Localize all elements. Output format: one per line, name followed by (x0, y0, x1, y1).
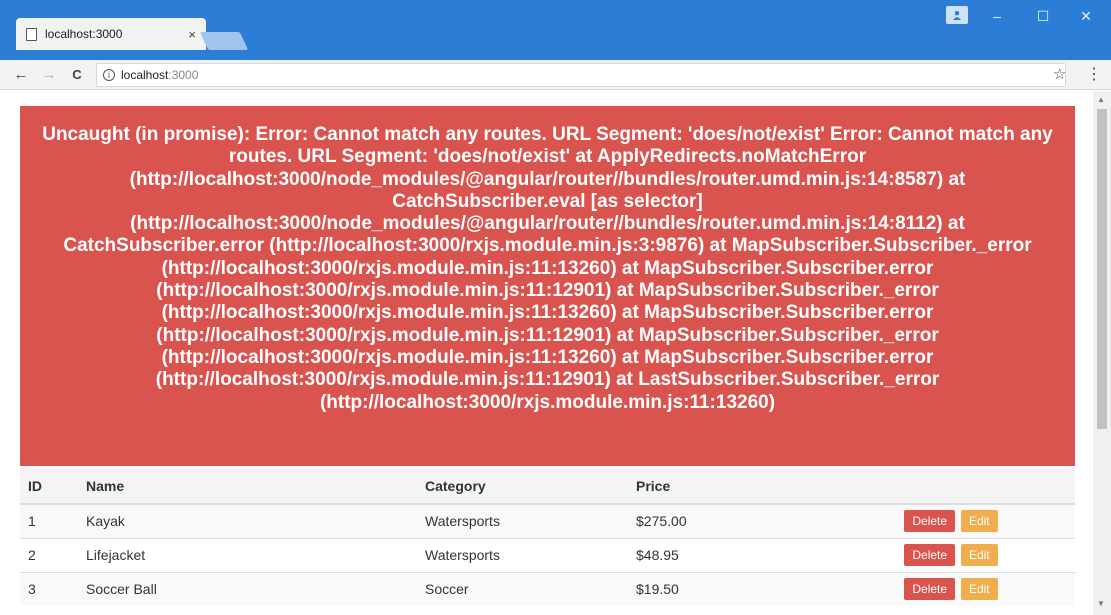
window-titlebar: localhost:3000 × – ☐ ✕ (0, 0, 1111, 60)
error-message: Uncaught (in promise): Error: Cannot mat… (20, 106, 1075, 466)
tab-title: localhost:3000 (45, 27, 123, 41)
cell-price: $275.00 (628, 503, 819, 538)
vertical-scrollbar[interactable]: ▲ ▼ (1093, 91, 1111, 615)
table-row: 3 Soccer Ball Soccer $19.50 Delete Edit (20, 571, 1075, 606)
scroll-up-icon[interactable]: ▲ (1097, 95, 1105, 104)
scroll-thumb[interactable] (1097, 109, 1107, 429)
page-icon (26, 27, 37, 41)
bookmark-star-icon[interactable]: ☆ (1053, 65, 1066, 83)
address-url: localhost:3000 (121, 67, 199, 82)
cell-category: Watersports (417, 537, 628, 572)
header-id: ID (20, 468, 78, 505)
minimize-button[interactable]: – (982, 8, 1012, 24)
back-arrow-icon[interactable]: ← (10, 66, 32, 83)
edit-button[interactable]: Edit (960, 510, 998, 533)
header-price: Price (628, 468, 819, 505)
edit-button[interactable]: Edit (960, 544, 998, 566)
reload-icon[interactable]: C (66, 67, 88, 82)
table-header-row: ID Name Category Price (20, 468, 1075, 505)
cell-actions: Delete Edit (819, 537, 1075, 572)
cell-category: Soccer (417, 571, 628, 606)
cell-id: 2 (20, 537, 78, 572)
cell-price: $48.95 (628, 537, 819, 572)
browser-tab[interactable]: localhost:3000 × (16, 18, 206, 50)
maximize-button[interactable]: ☐ (1028, 8, 1058, 25)
scroll-down-icon[interactable]: ▼ (1097, 599, 1105, 608)
profile-icon[interactable] (946, 6, 968, 24)
cell-name: Kayak (78, 503, 417, 538)
cell-name: Soccer Ball (78, 571, 417, 606)
edit-button[interactable]: Edit (960, 578, 998, 601)
products-table: ID Name Category Price 1 Kayak Waterspor… (20, 468, 1075, 606)
menu-dots-icon[interactable]: ⋮ (1086, 64, 1102, 84)
header-name: Name (78, 468, 417, 505)
new-tab-button[interactable] (199, 32, 249, 50)
delete-button[interactable]: Delete (904, 544, 956, 566)
table-row: 1 Kayak Watersports $275.00 Delete Edit (20, 503, 1075, 538)
address-bar[interactable]: i localhost:3000 (96, 62, 1066, 87)
browser-toolbar: ← → C i localhost:3000 ☆ ⋮ (0, 60, 1111, 90)
table-row: 2 Lifejacket Watersports $48.95 Delete E… (20, 537, 1075, 572)
forward-arrow-icon[interactable]: → (38, 66, 60, 83)
cell-category: Watersports (417, 503, 628, 538)
cell-price: $19.50 (628, 571, 819, 606)
tab-close-icon[interactable]: × (188, 27, 196, 42)
page-viewport: Uncaught (in promise): Error: Cannot mat… (0, 91, 1093, 615)
header-category: Category (417, 468, 628, 505)
cell-id: 1 (20, 503, 78, 538)
close-window-button[interactable]: ✕ (1071, 8, 1101, 25)
header-actions (819, 468, 1075, 505)
cell-actions: Delete Edit (819, 503, 1075, 538)
delete-button[interactable]: Delete (904, 578, 956, 601)
cell-id: 3 (20, 571, 78, 606)
delete-button[interactable]: Delete (904, 510, 956, 533)
info-icon[interactable]: i (103, 68, 115, 81)
cell-name: Lifejacket (78, 537, 417, 572)
cell-actions: Delete Edit (819, 571, 1075, 606)
